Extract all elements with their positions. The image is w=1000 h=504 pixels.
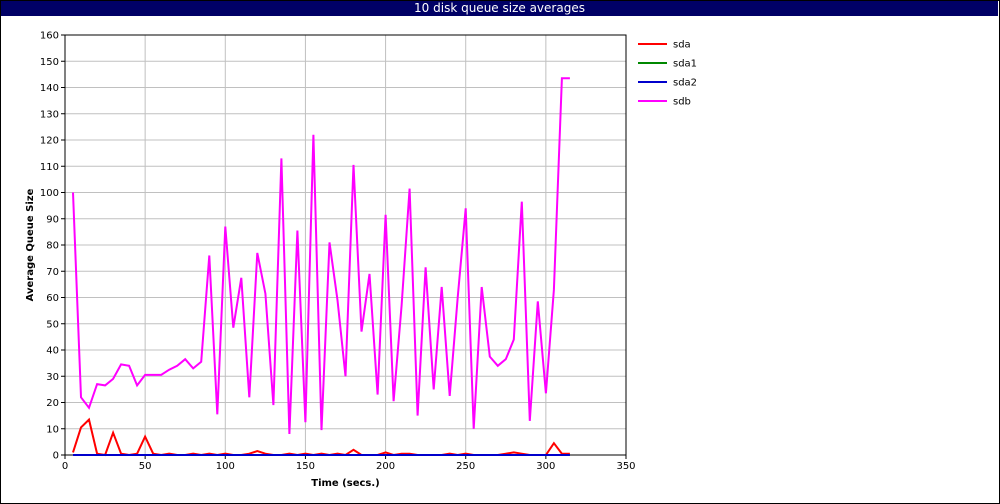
legend-label-sda1: sda1	[673, 59, 697, 70]
y-tick-label: 0	[53, 451, 59, 462]
x-tick-label: 150	[296, 461, 315, 472]
x-tick-label: 300	[536, 461, 555, 472]
x-tick-label: 100	[216, 461, 235, 472]
y-tick-label: 30	[46, 372, 59, 383]
y-tick-label: 140	[40, 83, 59, 94]
x-tick-label: 200	[376, 461, 395, 472]
y-tick-label: 80	[46, 241, 59, 252]
y-tick-label: 60	[46, 293, 59, 304]
x-axis-title: Time (secs.)	[311, 478, 380, 489]
y-tick-label: 150	[40, 57, 59, 68]
y-tick-label: 120	[40, 136, 59, 147]
y-tick-label: 110	[40, 162, 59, 173]
legend-label-sda: sda	[673, 40, 691, 51]
chart-canvas: 0 50 100 150 200 250 300 350 0 10 20 30 40 50 60 70 80 90…	[25, 31, 697, 490]
legend: sda sda1 sda2 sdb	[638, 40, 697, 108]
y-tick-label: 90	[46, 214, 59, 225]
legend-label-sda2: sda2	[673, 78, 697, 89]
y-tick-label: 160	[40, 31, 59, 42]
legend-label-sdb: sdb	[673, 97, 691, 108]
y-tick-label: 40	[46, 346, 59, 357]
x-tick-label: 0	[62, 461, 68, 472]
series-lines	[72, 77, 570, 457]
series-line-sdb	[72, 77, 570, 435]
y-tick-label: 20	[46, 398, 59, 409]
x-tick-label: 50	[139, 461, 152, 472]
y-tick-label: 10	[46, 424, 59, 435]
y-tick-label: 130	[40, 109, 59, 120]
x-tick-label: 250	[456, 461, 475, 472]
grid	[64, 34, 627, 456]
y-tick-label: 70	[46, 267, 59, 278]
y-tick-label: 50	[46, 319, 59, 330]
x-tick-label: 350	[616, 461, 635, 472]
y-axis-title: Average Queue Size	[25, 188, 36, 301]
y-tick-label: 100	[40, 188, 59, 199]
